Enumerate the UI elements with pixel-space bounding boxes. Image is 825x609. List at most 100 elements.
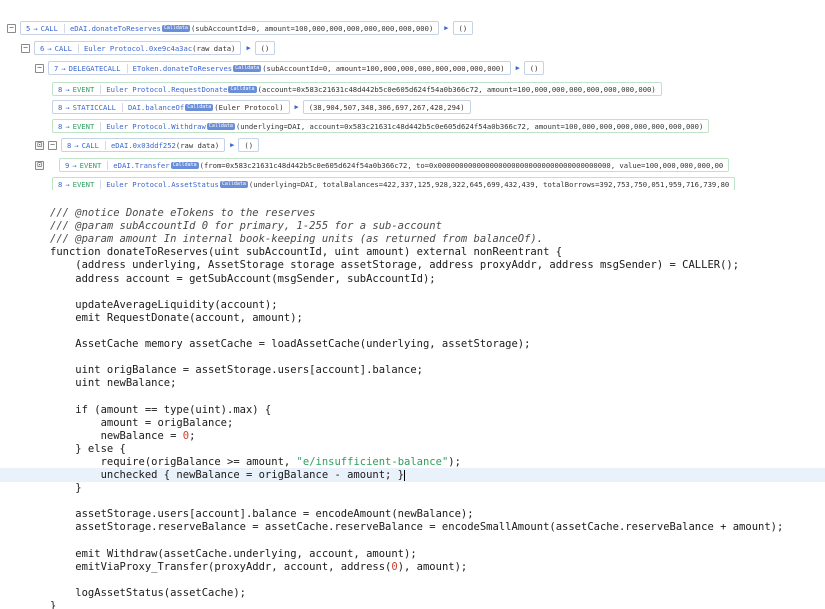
play-icon: ▶ <box>230 141 235 149</box>
call-type: CALL <box>81 140 99 150</box>
code-line[interactable]: emit RequestDonate(account, amount); <box>50 312 303 325</box>
code-line[interactable]: /// @param subAccountId 0 for primary, 1… <box>50 220 442 233</box>
code-line[interactable]: updateAverageLiquidity(account); <box>50 299 277 312</box>
code-line[interactable]: newBalance = 0; <box>50 430 196 443</box>
code-line[interactable]: } else { <box>50 443 126 456</box>
function-name[interactable]: .Withdraw <box>167 122 206 131</box>
source-code-panel: /// @notice Donate eTokens to the reserv… <box>0 205 825 609</box>
calldata-badge[interactable]: Calldata <box>228 85 257 93</box>
call-depth: 8 <box>58 179 63 189</box>
code-line[interactable]: (address underlying, AssetStorage storag… <box>50 259 739 272</box>
expand-all-icon[interactable]: ⊡ <box>35 160 44 170</box>
trace-call-box[interactable]: 9 → EVENT eDAI .Transfer Calldata (from=0x583c… <box>59 158 730 172</box>
collapse-toggle-icon[interactable]: − <box>21 43 30 53</box>
trace-row[interactable]: ⊡ −8 → CALL eDAI .0x03ddf252 (raw data) ▶() <box>35 137 260 153</box>
code-line[interactable]: unchecked { newBalance = origBalance - a… <box>50 469 406 482</box>
call-arguments: (underlying=DAI, totalBalances=422,337,1… <box>248 179 730 189</box>
contract-link[interactable]: eDAI <box>107 160 131 170</box>
trace-row[interactable]: 8 → STATICCALL DAI .balanceOf Calldata (Euler … <box>52 99 471 115</box>
trace-row[interactable]: 8 → EVENT Euler Protocol .AssetStatus Calldat… <box>52 176 736 190</box>
calldata-badge[interactable]: Calldata <box>233 64 262 72</box>
code-line[interactable]: logAssetStatus(assetCache); <box>50 587 246 600</box>
calldata-badge[interactable]: Calldata <box>185 103 214 111</box>
code-line[interactable]: assetStorage.users[account].balance = en… <box>50 508 473 521</box>
call-depth: 6 <box>40 43 45 53</box>
collapse-toggle-icon[interactable]: − <box>35 63 44 73</box>
code-line[interactable]: function donateToReserves(uint subAccoun… <box>50 246 562 259</box>
code-line[interactable]: amount = origBalance; <box>50 417 234 430</box>
contract-link[interactable]: Euler Protocol <box>100 179 167 189</box>
code-line[interactable]: emit Withdraw(assetCache.underlying, acc… <box>50 548 416 561</box>
function-name[interactable]: .Transfer <box>131 161 170 170</box>
code-line[interactable]: address account = getSubAccount(msgSende… <box>50 273 435 286</box>
call-depth: 9 <box>65 160 70 170</box>
function-name[interactable]: .balanceOf <box>141 103 184 112</box>
call-type: CALL <box>54 43 72 53</box>
contract-link[interactable]: EToken <box>126 63 159 73</box>
code-line[interactable]: /// @notice Donate eTokens to the reserv… <box>50 207 316 220</box>
call-type: STATICCALL <box>72 102 116 112</box>
trace-row[interactable]: ⊡ 9 → EVENT eDAI .Transfer Calldata (from=0x583… <box>35 157 730 173</box>
trace-row[interactable]: 8 → EVENT Euler Protocol .Withdraw Calldata (u… <box>52 118 710 134</box>
call-arguments: (subAccountId=0, amount=100,000,000,000,… <box>190 23 434 33</box>
trace-row[interactable]: −6 → CALL Euler Protocol .0xe9c4a3ac (raw dat… <box>21 40 276 56</box>
call-type: CALL <box>40 23 58 33</box>
return-value: () <box>452 21 474 35</box>
collapse-toggle-icon[interactable]: − <box>7 23 16 33</box>
code-line[interactable]: require(origBalance >= amount, "e/insuff… <box>50 456 461 469</box>
trace-row[interactable]: −7 → DELEGATECALL EToken .donateToReserves Ca… <box>35 60 545 76</box>
call-arguments: (account=0x583c21631c48d442b5c0e605d624f… <box>257 84 656 94</box>
trace-call-box[interactable]: 8 → EVENT Euler Protocol .RequestDonate Calld… <box>52 82 662 96</box>
contract-link[interactable]: DAI <box>121 102 141 112</box>
contract-link[interactable]: eDAI <box>104 140 128 150</box>
code-line[interactable]: assetStorage.reserveBalance = assetCache… <box>50 521 783 534</box>
trace-call-box[interactable]: 6 → CALL Euler Protocol .0xe9c4a3ac (raw data… <box>34 41 242 55</box>
function-name[interactable]: .donateToReserves <box>87 24 161 33</box>
call-arguments: (subAccountId=0, amount=100,000,000,000,… <box>262 63 505 73</box>
trace-call-box[interactable]: 5 → CALL eDAI .donateToReserves Calldata (subA… <box>20 21 440 35</box>
contract-link[interactable]: eDAI <box>63 23 87 33</box>
expand-all-icon[interactable]: ⊡ <box>35 140 44 150</box>
call-depth: 8 <box>67 140 72 150</box>
calldata-badge[interactable]: Calldata <box>170 161 199 169</box>
function-name[interactable]: .0xe9c4a3ac <box>145 44 193 53</box>
call-arguments: (Euler Protocol) <box>214 102 284 112</box>
trace-call-box[interactable]: 8 → EVENT Euler Protocol .AssetStatus Calldat… <box>52 177 736 190</box>
trace-row[interactable]: 8 → EVENT Euler Protocol .RequestDonate Calld… <box>52 81 662 97</box>
call-arguments: (raw data) <box>175 140 220 150</box>
function-name[interactable]: .0x03ddf252 <box>128 141 176 150</box>
code-line[interactable]: uint newBalance; <box>50 377 176 390</box>
call-type: EVENT <box>79 160 102 170</box>
play-icon: ▶ <box>246 44 251 52</box>
calldata-badge[interactable]: Calldata <box>161 24 190 32</box>
play-icon: ▶ <box>444 24 449 32</box>
call-type: EVENT <box>72 84 95 94</box>
call-type: DELEGATECALL <box>68 63 121 73</box>
contract-link[interactable]: Euler Protocol <box>100 84 167 94</box>
trace-call-box[interactable]: 7 → DELEGATECALL EToken .donateToReserves Cal… <box>48 61 511 75</box>
trace-call-box[interactable]: 8 → STATICCALL DAI .balanceOf Calldata (Euler … <box>52 100 290 114</box>
call-arguments: (from=0x583c21631c48d442b5c0e605d624f54a… <box>199 160 724 170</box>
calldata-badge[interactable]: Calldata <box>219 180 248 188</box>
code-line[interactable]: AssetCache memory assetCache = loadAsset… <box>50 338 530 351</box>
text-cursor <box>404 469 406 481</box>
call-depth: 7 <box>54 63 59 73</box>
trace-call-box[interactable]: 8 → CALL eDAI .0x03ddf252 (raw data) <box>61 138 226 152</box>
trace-row[interactable]: −5 → CALL eDAI .donateToReserves Calldata (sub… <box>7 20 474 36</box>
code-line[interactable]: /// @param amount In internal book-keepi… <box>50 233 543 246</box>
code-line[interactable]: emitViaProxy_Transfer(proxyAddr, account… <box>50 561 467 574</box>
arrow-right-icon: → <box>65 84 70 94</box>
code-line[interactable]: } <box>50 600 56 609</box>
contract-link[interactable]: Euler Protocol <box>77 43 145 53</box>
calldata-badge[interactable]: Calldata <box>206 122 235 130</box>
contract-link[interactable]: Euler Protocol <box>100 121 167 131</box>
collapse-toggle-icon[interactable]: − <box>48 140 57 150</box>
code-line[interactable]: uint origBalance = assetStorage.users[ac… <box>50 364 423 377</box>
function-name[interactable]: .AssetStatus <box>167 180 219 189</box>
trace-call-box[interactable]: 8 → EVENT Euler Protocol .Withdraw Calldata (u… <box>52 119 710 133</box>
play-icon: ▶ <box>515 64 520 72</box>
function-name[interactable]: .donateToReserves <box>159 64 233 73</box>
function-name[interactable]: .RequestDonate <box>167 85 228 94</box>
code-line[interactable]: if (amount == type(uint).max) { <box>50 404 271 417</box>
code-line[interactable]: } <box>50 482 81 495</box>
